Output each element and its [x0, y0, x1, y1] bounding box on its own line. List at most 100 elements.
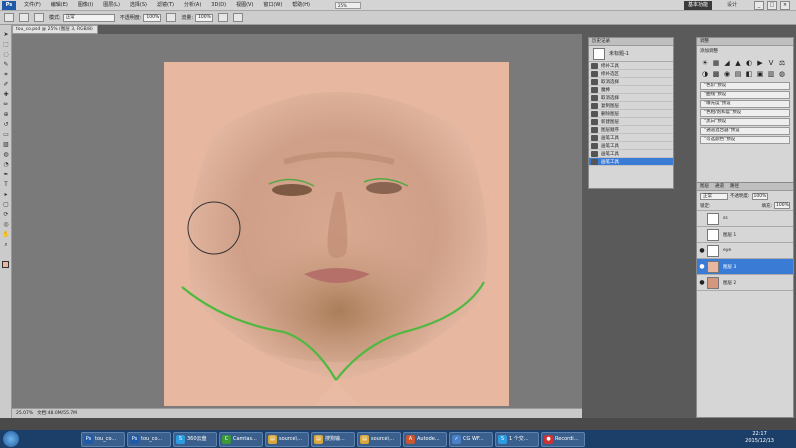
history-step[interactable]: 画笔工具	[589, 134, 673, 142]
clone-tool-icon[interactable]: ⊕	[2, 111, 10, 118]
history-step[interactable]: 新建图层	[589, 118, 673, 126]
layer-row[interactable]: ● 图层 3	[697, 259, 793, 275]
adjustment-preset-row[interactable]: "通道混合器"预设	[700, 127, 790, 135]
adjustment-preset-row[interactable]: "曝光度"预设	[700, 100, 790, 108]
menu-item-6[interactable]: 分析(A)	[179, 0, 206, 11]
layers-tab-0[interactable]: 图层	[700, 183, 709, 190]
taskbar-item[interactable]: S 360云盘	[173, 431, 217, 447]
size-pressure-toggle[interactable]	[233, 13, 244, 22]
layer-visibility-eye-icon[interactable]: ●	[697, 247, 707, 254]
taskbar-item[interactable]: Ps tou_co...	[127, 431, 171, 447]
adjustment-preset-row[interactable]: "黑白"预设	[700, 118, 790, 126]
taskbar-item[interactable]: ▤ source\...	[265, 431, 309, 447]
history-step[interactable]: 画笔工具	[589, 150, 673, 158]
adjustment-type-icon[interactable]: ⚖	[778, 59, 786, 67]
taskbar-item[interactable]: A Autode...	[403, 431, 447, 447]
adjustment-type-icon[interactable]: ◑	[701, 70, 709, 78]
taskbar-item[interactable]: C Camtas...	[219, 431, 263, 447]
layers-tab-1[interactable]: 通道	[715, 183, 724, 190]
eyedropper-tool-icon[interactable]: ✐	[2, 81, 10, 88]
flow-input[interactable]: 100%	[195, 13, 214, 22]
menu-item-5[interactable]: 滤镜(T)	[152, 0, 179, 11]
workspace-essentials-button[interactable]: 基本功能	[684, 1, 712, 10]
menu-item-9[interactable]: 窗口(W)	[258, 0, 287, 11]
adjustment-preset-row[interactable]: "可选颜色"预设	[700, 136, 790, 144]
layer-row[interactable]: ● eye	[697, 243, 793, 259]
layer-row[interactable]: ss	[697, 211, 793, 227]
adjustment-type-icon[interactable]: ▶	[756, 59, 764, 67]
document-tab[interactable]: tou_co.psd @ 25% (图层 3, RGB/8)	[12, 25, 98, 34]
adjustment-type-icon[interactable]: ▤	[734, 70, 742, 78]
minimize-button[interactable]: _	[754, 1, 764, 10]
adjustment-type-icon[interactable]: ◧	[745, 70, 753, 78]
history-step[interactable]: 魔棒	[589, 86, 673, 94]
history-step[interactable]: 删除图层	[589, 110, 673, 118]
type-tool-icon[interactable]: T	[2, 181, 10, 188]
adjustment-type-icon[interactable]: ▩	[712, 70, 720, 78]
history-panel-title[interactable]: 历史记录	[589, 38, 673, 46]
3d-camera-tool-icon[interactable]: ◎	[2, 221, 10, 228]
taskbar-item[interactable]: ● Recordi...	[541, 431, 585, 447]
fill-input[interactable]: 100%	[774, 202, 790, 209]
history-snapshot[interactable]: 未标题-1	[589, 46, 673, 62]
crop-tool-icon[interactable]: ⌗	[2, 71, 10, 78]
blur-tool-icon[interactable]: ◍	[2, 151, 10, 158]
hand-tool-icon[interactable]: ✋	[2, 231, 10, 238]
adjustment-type-icon[interactable]: ▦	[712, 59, 720, 67]
quick-select-tool-icon[interactable]: ✎	[2, 61, 10, 68]
blend-mode-select[interactable]: 正常	[700, 192, 728, 200]
menu-item-10[interactable]: 帮助(H)	[287, 0, 315, 11]
opacity-input[interactable]: 100%	[143, 13, 162, 22]
tool-preset-picker[interactable]	[4, 13, 14, 22]
history-step[interactable]: 画笔工具	[589, 142, 673, 150]
3d-rotate-tool-icon[interactable]: ⟳	[2, 211, 10, 218]
dodge-tool-icon[interactable]: ◔	[2, 161, 10, 168]
taskbar-item[interactable]: ✓ CG WF...	[449, 431, 493, 447]
status-zoom[interactable]: 25.07%	[12, 409, 33, 418]
adjustments-panel-title[interactable]: 调整	[697, 38, 793, 46]
adjustment-type-icon[interactable]: V	[767, 59, 775, 67]
adjustment-type-icon[interactable]: ▥	[767, 70, 775, 78]
lasso-tool-icon[interactable]: ◌	[2, 51, 10, 58]
layer-visibility-eye-icon[interactable]: ●	[697, 263, 707, 270]
layer-row[interactable]: ● 图层 2	[697, 275, 793, 291]
menu-item-4[interactable]: 选择(S)	[125, 0, 152, 11]
history-brush-tool-icon[interactable]: ↺	[2, 121, 10, 128]
history-step[interactable]: 修补工具	[589, 62, 673, 70]
adjustment-type-icon[interactable]: ◍	[778, 70, 786, 78]
pen-tool-icon[interactable]: ✒	[2, 171, 10, 178]
history-step[interactable]: 图层顺序	[589, 126, 673, 134]
menu-item-8[interactable]: 视图(V)	[231, 0, 258, 11]
foreground-color-swatch[interactable]	[2, 261, 9, 268]
brush-size-picker[interactable]	[19, 13, 29, 22]
path-select-tool-icon[interactable]: ▸	[2, 191, 10, 198]
layer-visibility-eye-icon[interactable]: ●	[697, 279, 707, 286]
zoom-tool-icon[interactable]: ⌕	[2, 241, 10, 248]
marquee-tool-icon[interactable]: ⬚	[2, 41, 10, 48]
start-button-icon[interactable]	[3, 431, 19, 447]
adjustment-preset-row[interactable]: "色相/饱和度"预设	[700, 109, 790, 117]
brush-tool-icon[interactable]: ✏	[2, 101, 10, 108]
layers-tab-2[interactable]: 路径	[730, 183, 739, 190]
adjustment-type-icon[interactable]: ◉	[723, 70, 731, 78]
airbrush-toggle[interactable]	[218, 13, 229, 22]
mode-select[interactable]: 正常	[62, 13, 115, 22]
taskbar-item[interactable]: Ps tou_co...	[81, 431, 125, 447]
adjustment-preset-row[interactable]: "曲线"预设	[700, 91, 790, 99]
close-button[interactable]: ×	[780, 1, 790, 10]
zoom-select[interactable]: 25%	[334, 1, 361, 9]
adjustment-type-icon[interactable]: ☀	[701, 59, 709, 67]
shape-tool-icon[interactable]: ▢	[2, 201, 10, 208]
adjustment-type-icon[interactable]: ▣	[756, 70, 764, 78]
gradient-tool-icon[interactable]: ▨	[2, 141, 10, 148]
move-tool-icon[interactable]: ➤	[2, 31, 10, 38]
adjustment-type-icon[interactable]: ◐	[745, 59, 753, 67]
menu-item-2[interactable]: 图像(I)	[73, 0, 98, 11]
layer-opacity-input[interactable]: 100%	[751, 192, 768, 200]
document-canvas[interactable]	[164, 62, 509, 406]
workspace-design-button[interactable]: 设计	[714, 1, 750, 10]
adjustment-type-icon[interactable]: ◢	[723, 59, 731, 67]
taskbar-item[interactable]: ▤ source\...	[357, 431, 401, 447]
adjustment-preset-row[interactable]: "色阶"预设	[700, 82, 790, 90]
menu-item-3[interactable]: 图层(L)	[98, 0, 125, 11]
